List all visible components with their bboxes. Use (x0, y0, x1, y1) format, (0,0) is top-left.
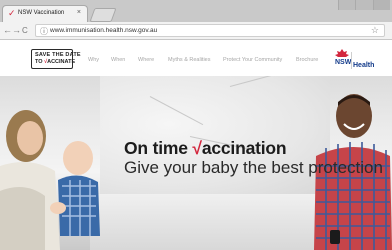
logo-line2-rest: ACCINATE (47, 59, 76, 65)
marble-backsplash (100, 76, 330, 196)
headline-prefix: On time (124, 138, 193, 158)
nav-when[interactable]: When (111, 57, 125, 63)
maximize-button[interactable] (355, 0, 373, 10)
site-header: SAVE THE DATE TO √ACCINATE Why When Wher… (0, 40, 392, 76)
tab-title: NSW Vaccination (18, 10, 65, 16)
nav-brochure[interactable]: Brochure (296, 57, 318, 63)
nsw-health-logo[interactable]: NSW Health (334, 49, 378, 70)
browser-tab[interactable]: ✓ NSW Vaccination × (2, 5, 88, 22)
browser-window: ✓ NSW Vaccination × ← → C ⓘ www.immunisa… (0, 0, 392, 250)
headline-rest: accination (201, 138, 287, 158)
nav-protect[interactable]: Protect Your Community (223, 57, 282, 63)
site-info-icon[interactable]: ⓘ (40, 26, 48, 37)
reload-icon[interactable]: C (22, 25, 28, 36)
nav-why[interactable]: Why (88, 57, 99, 63)
bookmark-star-icon[interactable]: ☆ (371, 25, 379, 36)
new-tab-button[interactable] (89, 8, 117, 22)
window-controls (338, 0, 390, 10)
back-arrow-icon[interactable]: ← (3, 25, 12, 36)
minimize-button[interactable] (338, 0, 356, 10)
nav-where[interactable]: Where (138, 57, 154, 63)
favicon-tick-icon: ✓ (8, 8, 16, 18)
health-word: Health (353, 62, 375, 69)
nsw-word: NSW (335, 59, 352, 66)
logo-divider (351, 52, 352, 69)
url-text: www.immunisation.health.nsw.gov.au (50, 27, 158, 34)
headline-tick: √ (192, 138, 202, 158)
tab-strip: ✓ NSW Vaccination × (0, 0, 392, 22)
save-the-date-logo[interactable]: SAVE THE DATE TO √ACCINATE (31, 49, 81, 69)
address-bar[interactable]: ⓘ www.immunisation.health.nsw.gov.au ☆ (35, 24, 385, 37)
logo-line2: TO √ACCINATE (35, 59, 75, 65)
forward-arrow-icon[interactable]: → (12, 25, 21, 36)
logo-line1: SAVE THE DATE (35, 52, 81, 58)
kitchen-counter (90, 194, 340, 250)
hero-banner: On time √accination Give your baby the b… (0, 76, 392, 250)
mother-and-baby-photo (0, 110, 100, 250)
nav-myths[interactable]: Myths & Realities (168, 57, 211, 63)
tab-close-icon[interactable]: × (77, 9, 81, 16)
close-window-button[interactable] (372, 0, 390, 10)
logo-line2-prefix: TO (35, 59, 45, 65)
hero-headline: On time √accination (124, 138, 287, 159)
hero-subline: Give your baby the best protection (124, 158, 383, 177)
browser-toolbar: ← → C ⓘ www.immunisation.health.nsw.gov.… (0, 22, 392, 40)
